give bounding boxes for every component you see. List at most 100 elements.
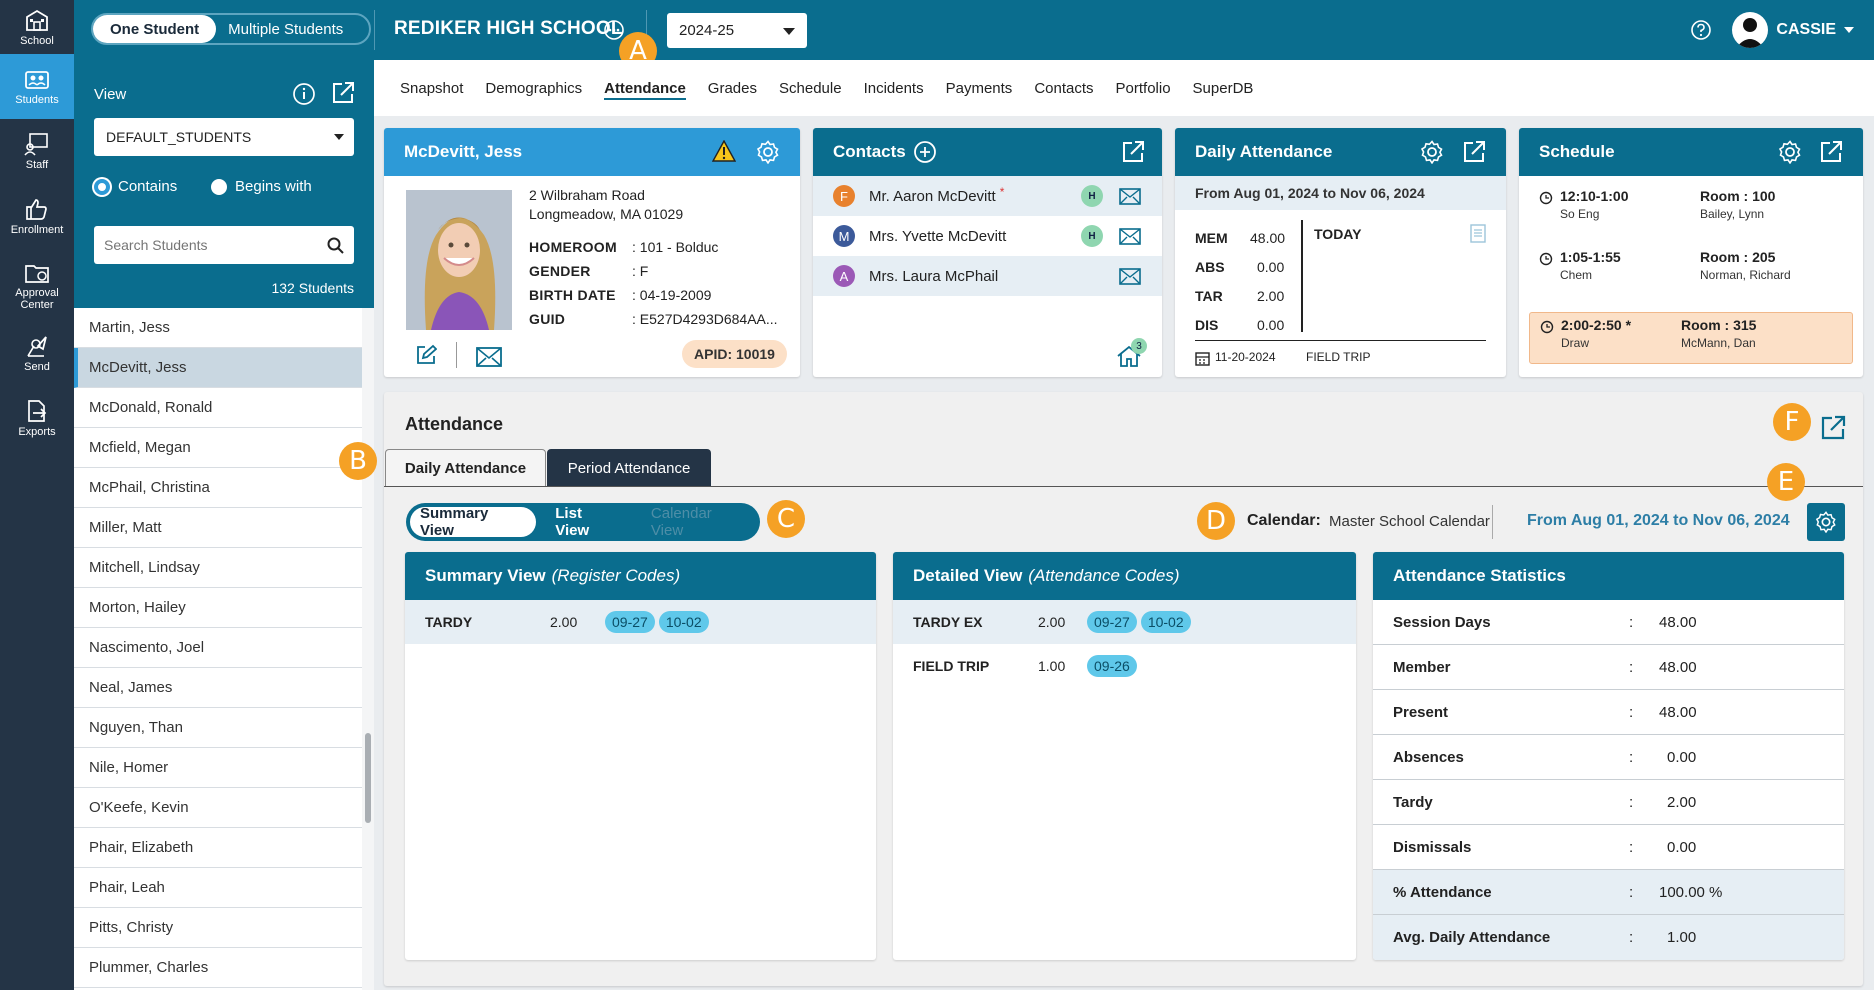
contact-row[interactable]: F Mr. Aaron McDevitt * H: [813, 176, 1162, 216]
help-icon[interactable]: [1690, 19, 1712, 41]
date-pill[interactable]: 10-02: [1140, 611, 1191, 633]
open-external-icon[interactable]: [330, 80, 356, 106]
list-item[interactable]: Nascimento, Joel: [74, 628, 362, 668]
view-toggle[interactable]: Summary View List View Calendar View: [406, 503, 760, 541]
search-input[interactable]: [104, 237, 314, 253]
rail-item-students[interactable]: Students: [0, 54, 74, 119]
scrollbar-thumb[interactable]: [365, 733, 371, 823]
list-item[interactable]: Nile, Homer: [74, 748, 362, 788]
list-item[interactable]: Pitts, Christy: [74, 908, 362, 948]
gear-icon[interactable]: [1778, 140, 1802, 164]
date-pill[interactable]: 09-27: [605, 611, 655, 633]
schedule-item[interactable]: 12:10-1:00 So Eng Room : 100 Bailey, Lyn…: [1529, 184, 1853, 236]
tab-portfolio[interactable]: Portfolio: [1105, 60, 1182, 116]
range-settings-button[interactable]: [1807, 503, 1845, 541]
open-external-icon[interactable]: [1819, 414, 1847, 442]
household-link[interactable]: 3: [1116, 338, 1148, 368]
attendance-range[interactable]: From Aug 01, 2024 to Nov 06, 2024: [1527, 512, 1790, 530]
tab-period-attendance[interactable]: Period Attendance: [547, 449, 711, 487]
list-item[interactable]: Phair, Elizabeth: [74, 828, 362, 868]
multiple-students-button[interactable]: Multiple Students: [216, 21, 355, 38]
tab-attendance[interactable]: Attendance: [593, 60, 697, 116]
chevron-down-icon: [334, 134, 344, 140]
table-row[interactable]: TARDY 2.00 09-27 10-02: [405, 600, 876, 644]
email-icon[interactable]: [476, 347, 502, 367]
search-icon[interactable]: [327, 237, 344, 254]
mem-row: MEM 48.00: [1195, 224, 1295, 253]
attendance-statistics-header: Attendance Statistics: [1373, 552, 1844, 600]
gear-icon[interactable]: [1420, 140, 1444, 164]
open-external-icon[interactable]: [1462, 140, 1486, 164]
open-external-icon[interactable]: [1121, 140, 1145, 164]
rail-item-exports[interactable]: Exports: [0, 386, 74, 451]
tab-snapshot[interactable]: Snapshot: [389, 60, 474, 116]
rail-item-school[interactable]: School: [0, 0, 74, 54]
student-mode-toggle[interactable]: One Student Multiple Students: [91, 13, 371, 45]
tab-superdb[interactable]: SuperDB: [1182, 60, 1265, 116]
view-select[interactable]: DEFAULT_STUDENTS: [94, 118, 354, 156]
contact-row[interactable]: M Mrs. Yvette McDevitt H: [813, 216, 1162, 256]
tab-schedule[interactable]: Schedule: [768, 60, 853, 116]
list-item[interactable]: Plummer, Charles: [74, 948, 362, 988]
tab-daily-attendance[interactable]: Daily Attendance: [385, 449, 546, 487]
student-list-scrollbar[interactable]: [362, 308, 374, 990]
tab-demographics[interactable]: Demographics: [474, 60, 593, 116]
stat-label: Absences: [1393, 748, 1464, 766]
table-row[interactable]: FIELD TRIP 1.00 09-26: [893, 644, 1356, 688]
rail-item-staff[interactable]: Staff: [0, 119, 74, 184]
date-pill[interactable]: 09-27: [1087, 611, 1137, 633]
one-student-button[interactable]: One Student: [93, 15, 217, 43]
tab-payments[interactable]: Payments: [935, 60, 1024, 116]
date-pill[interactable]: 09-26: [1087, 655, 1137, 677]
list-item[interactable]: McPhail, Christina: [74, 468, 362, 508]
list-item[interactable]: Morton, Hailey: [74, 588, 362, 628]
schedule-item[interactable]: 1:05-1:55 Chem Room : 205 Norman, Richar…: [1529, 245, 1853, 297]
rail-item-send[interactable]: Send: [0, 321, 74, 386]
year-select[interactable]: 2024-25: [667, 13, 807, 48]
schedule-item-current[interactable]: 2:00-2:50 * Draw Room : 315 McMann, Dan: [1529, 312, 1853, 364]
edit-icon[interactable]: [415, 344, 437, 366]
document-icon[interactable]: [1470, 224, 1486, 243]
contact-name[interactable]: Mr. Aaron McDevitt: [869, 188, 996, 205]
list-item[interactable]: Martin, Jess: [74, 308, 362, 348]
student-list: Martin, Jess McDevitt, Jess McDonald, Ro…: [74, 308, 362, 990]
list-item[interactable]: Neal, James: [74, 668, 362, 708]
list-item[interactable]: Miller, Matt: [74, 508, 362, 548]
info-icon[interactable]: [292, 82, 316, 106]
search-field[interactable]: [94, 226, 354, 264]
contact-row[interactable]: A Mrs. Laura McPhail: [813, 256, 1162, 296]
open-external-icon[interactable]: [1819, 140, 1843, 164]
date-pill[interactable]: 10-02: [658, 611, 709, 633]
list-item[interactable]: O'Keefe, Kevin: [74, 788, 362, 828]
tab-incidents[interactable]: Incidents: [853, 60, 935, 116]
more-options-icon[interactable]: [603, 19, 625, 41]
tab-contacts[interactable]: Contacts: [1023, 60, 1104, 116]
warning-icon[interactable]: [712, 140, 736, 162]
email-icon[interactable]: [1119, 188, 1141, 205]
rail-item-enrollment[interactable]: Enrollment: [0, 184, 74, 249]
list-item[interactable]: Mcfield, Megan: [74, 428, 362, 468]
contact-name[interactable]: Mrs. Laura McPhail: [869, 268, 998, 285]
email-icon[interactable]: [1119, 268, 1141, 285]
list-item[interactable]: Nguyen, Than: [74, 708, 362, 748]
list-item[interactable]: Mitchell, Lindsay: [74, 548, 362, 588]
user-menu[interactable]: CASSIE: [1690, 12, 1854, 48]
list-item-selected[interactable]: McDevitt, Jess: [74, 348, 362, 388]
list-view-button[interactable]: List View: [536, 505, 639, 539]
tab-grades[interactable]: Grades: [697, 60, 768, 116]
rail-item-approval[interactable]: Approval Center: [0, 249, 74, 321]
summary-title: Summary View: [425, 566, 546, 585]
contact-name[interactable]: Mrs. Yvette McDevitt: [869, 228, 1006, 245]
summary-view-button[interactable]: Summary View: [410, 505, 537, 539]
add-contact-icon[interactable]: [913, 140, 937, 164]
list-item[interactable]: McDonald, Ronald: [74, 388, 362, 428]
stat-label: Member: [1393, 658, 1451, 676]
list-item[interactable]: Phair, Leah: [74, 868, 362, 908]
radio-begins-with[interactable]: Begins with: [211, 178, 312, 195]
gear-icon[interactable]: [756, 140, 780, 164]
radio-contains[interactable]: Contains: [94, 178, 177, 195]
school-name[interactable]: REDIKER HIGH SCHOOL: [394, 18, 623, 40]
calendar-view-button[interactable]: Calendar View: [639, 505, 760, 539]
email-icon[interactable]: [1119, 228, 1141, 245]
table-row[interactable]: TARDY EX 2.00 09-27 10-02: [893, 600, 1356, 644]
